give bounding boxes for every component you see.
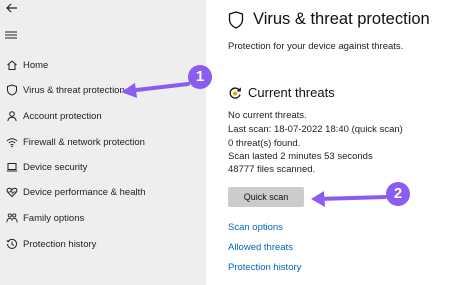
home-icon — [6, 59, 18, 71]
current-threats-header: Current threats — [228, 85, 335, 100]
sidebar-item-label: Device security — [23, 161, 88, 173]
sidebar-item-family-options[interactable]: Family options — [0, 208, 206, 228]
page-header: Virus & threat protection — [228, 10, 430, 29]
sidebar-item-account-protection[interactable]: Account protection — [0, 106, 206, 126]
last-scan-text: Last scan: 18-07-2022 18:40 (quick scan) — [228, 124, 403, 135]
laptop-icon — [6, 161, 18, 173]
threat-status-text: No current threats. — [228, 110, 307, 121]
threats-found-text: 0 threat(s) found. — [228, 138, 301, 149]
quick-scan-button[interactable]: Quick scan — [228, 187, 304, 207]
history-icon — [6, 238, 18, 250]
scan-duration-text: Scan lasted 2 minutes 53 seconds — [228, 151, 373, 162]
sidebar-item-label: Device performance & health — [23, 186, 146, 198]
sidebar: Home Virus & threat protection Account p… — [0, 0, 206, 285]
page-subtitle: Protection for your device against threa… — [228, 41, 404, 52]
shield-icon — [228, 10, 244, 29]
main-content: Virus & threat protection Protection for… — [206, 0, 474, 285]
hamburger-menu-icon[interactable] — [4, 28, 18, 42]
page-title: Virus & threat protection — [253, 10, 430, 28]
scan-refresh-icon — [229, 86, 241, 99]
sidebar-item-label: Family options — [23, 212, 85, 224]
sidebar-item-firewall-network[interactable]: Firewall & network protection — [0, 132, 206, 152]
sidebar-item-virus-threat-protection[interactable]: Virus & threat protection — [0, 80, 206, 100]
wifi-icon — [6, 136, 18, 148]
scan-options-link[interactable]: Scan options — [228, 222, 283, 233]
shield-icon — [6, 84, 18, 96]
sidebar-item-home[interactable]: Home — [0, 55, 206, 75]
sidebar-item-label: Protection history — [23, 238, 97, 250]
sidebar-item-label: Virus & threat protection — [23, 84, 125, 96]
sidebar-item-label: Firewall & network protection — [23, 136, 145, 148]
protection-history-link[interactable]: Protection history — [228, 262, 301, 273]
back-arrow-icon[interactable] — [4, 0, 20, 16]
current-threats-heading: Current threats — [248, 85, 335, 100]
annotation-badge-2: 2 — [393, 185, 403, 202]
sidebar-item-label: Account protection — [23, 110, 102, 122]
files-scanned-text: 48777 files scanned. — [228, 164, 316, 175]
sidebar-item-device-security[interactable]: Device security — [0, 157, 206, 177]
person-icon — [6, 110, 18, 122]
family-icon — [6, 212, 18, 224]
heart-icon — [6, 186, 18, 198]
annotation-badge-1: 1 — [195, 68, 205, 85]
sidebar-item-label: Home — [23, 59, 49, 71]
sidebar-item-device-performance[interactable]: Device performance & health — [0, 182, 206, 202]
sidebar-item-protection-history[interactable]: Protection history — [0, 234, 206, 254]
allowed-threats-link[interactable]: Allowed threats — [228, 242, 293, 253]
